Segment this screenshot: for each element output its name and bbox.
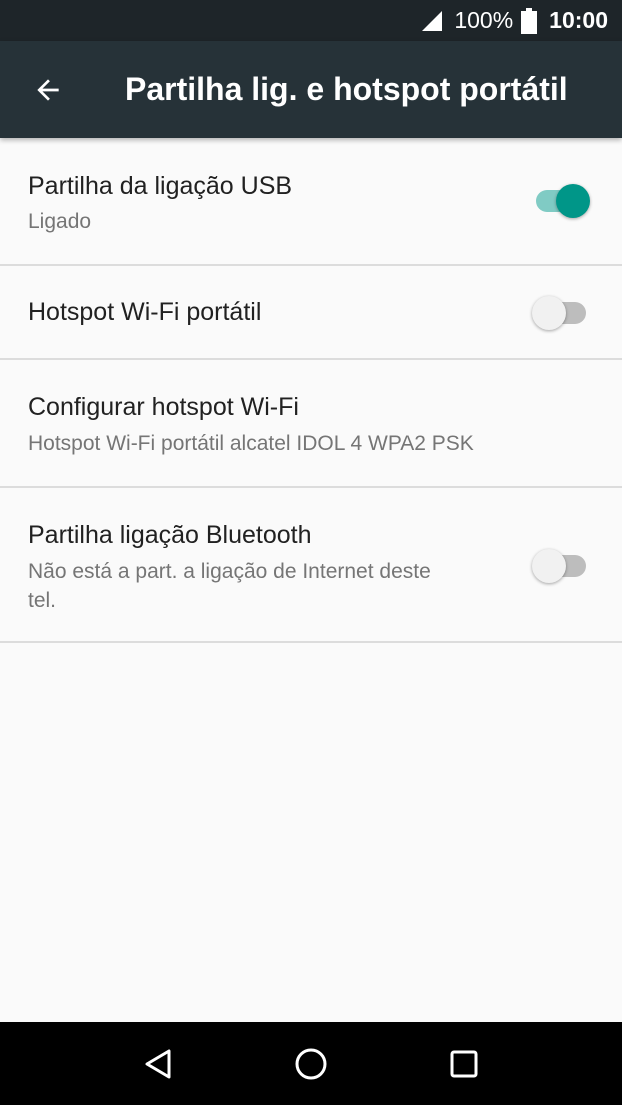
setting-title: Configurar hotspot Wi-Fi (28, 393, 299, 421)
settings-list: Partilha da ligação USB Ligado Hotspot W… (0, 138, 622, 643)
setting-summary: Não está a part. a ligação de Internet d… (28, 560, 431, 612)
page-title: Partilha lig. e hotspot portátil (125, 71, 568, 107)
usb-tethering-toggle[interactable] (534, 181, 590, 221)
nav-home-button[interactable] (281, 1034, 341, 1094)
back-button[interactable] (0, 41, 96, 138)
signal-icon (422, 10, 443, 31)
setting-bluetooth-tethering[interactable]: Partilha ligação Bluetooth Não está a pa… (0, 488, 622, 643)
recents-square-icon (450, 1050, 478, 1077)
setting-title: Hotspot Wi-Fi portátil (28, 297, 262, 326)
navigation-bar (0, 1022, 622, 1105)
toggle-thumb (556, 184, 590, 218)
bluetooth-tethering-toggle[interactable] (532, 546, 588, 586)
arrow-back-icon (37, 78, 59, 101)
setting-wifi-hotspot[interactable]: Hotspot Wi-Fi portátil (0, 266, 622, 360)
battery-icon (521, 7, 538, 34)
nav-back-button[interactable] (128, 1034, 188, 1094)
app-bar: Partilha lig. e hotspot portátil (0, 41, 622, 138)
status-bar: 100% 10:00 (0, 0, 622, 41)
setting-configure-hotspot[interactable]: Configurar hotspot Wi-Fi Hotspot Wi-Fi p… (0, 360, 622, 488)
nav-recents-button[interactable] (434, 1034, 494, 1094)
setting-title: Partilha da ligação USB (28, 172, 293, 200)
toggle-thumb (532, 549, 566, 583)
wifi-hotspot-toggle[interactable] (532, 293, 588, 333)
setting-summary: Hotspot Wi-Fi portátil alcatel IDOL 4 WP… (28, 432, 474, 455)
battery-percent: 100% (454, 7, 514, 33)
setting-title: Partilha ligação Bluetooth (28, 521, 312, 549)
toggle-thumb (532, 296, 566, 330)
setting-usb-tethering[interactable]: Partilha da ligação USB Ligado (0, 138, 622, 266)
clock: 10:00 (549, 7, 608, 33)
back-triangle-icon (145, 1049, 171, 1078)
setting-summary: Ligado (28, 210, 92, 233)
home-circle-icon (295, 1048, 327, 1079)
